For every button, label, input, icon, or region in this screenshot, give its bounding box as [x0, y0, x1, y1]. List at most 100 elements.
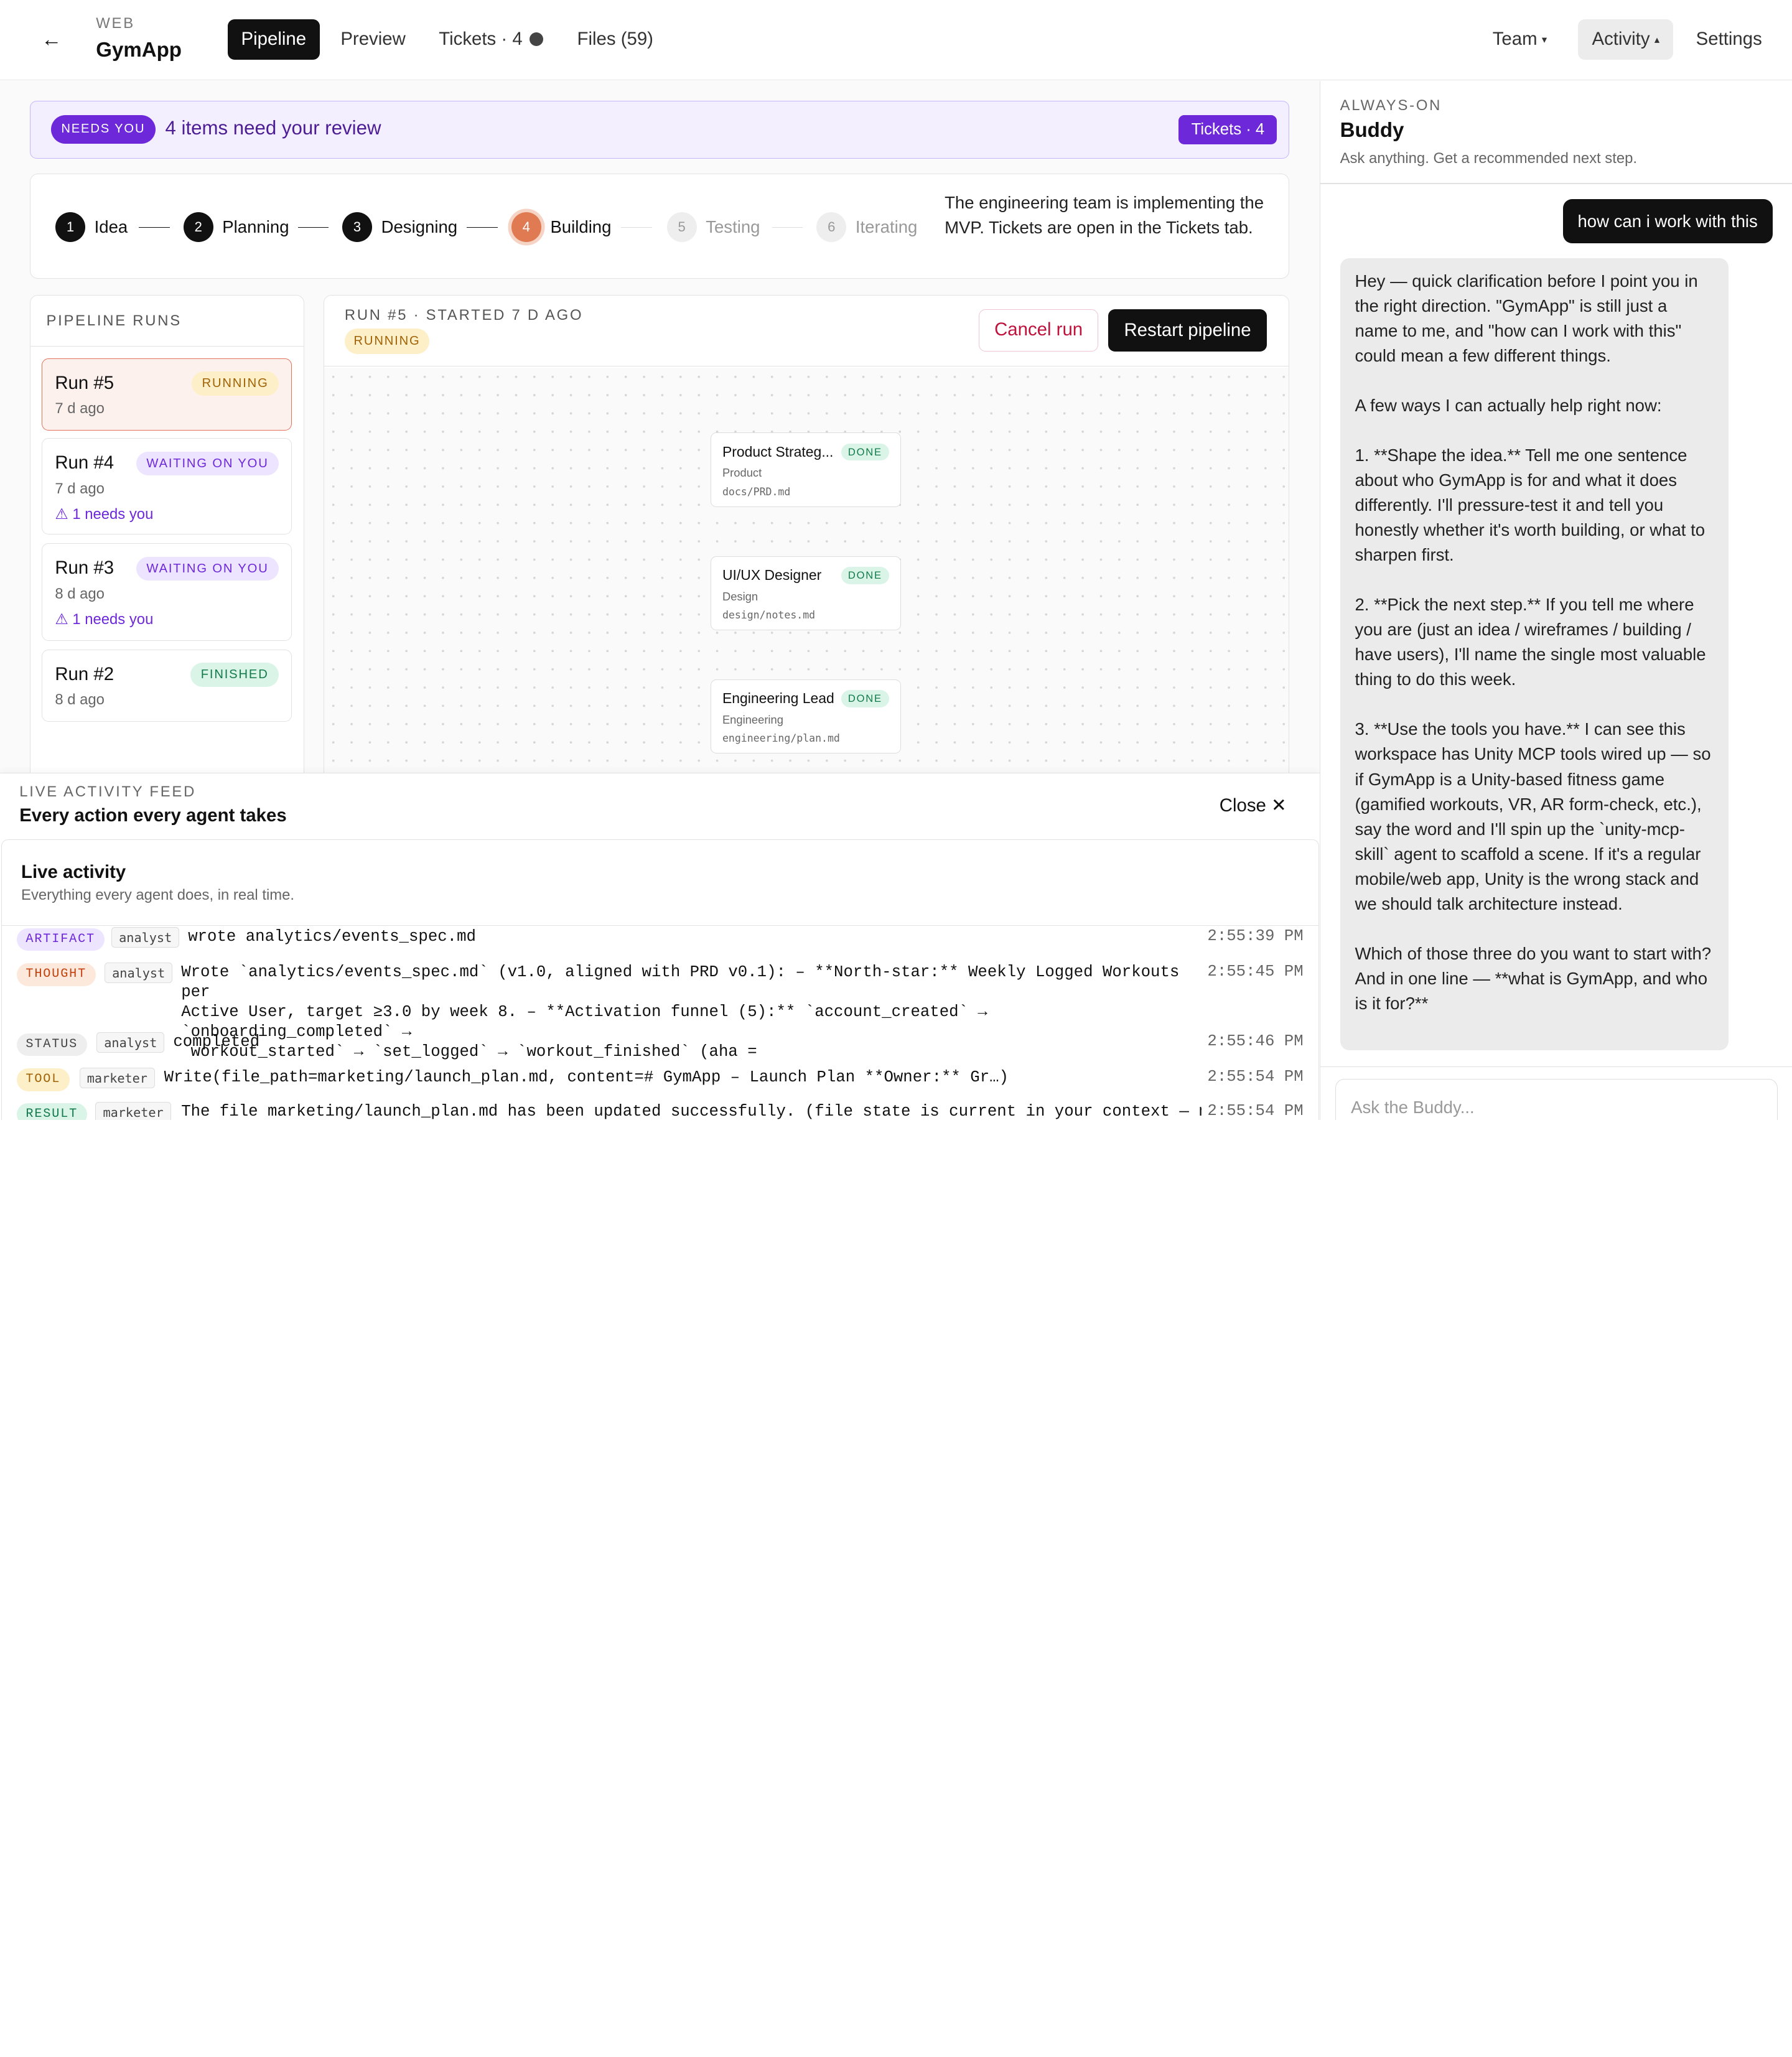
- user-message-bubble: how can i work with this: [1562, 198, 1773, 244]
- live-activity-feed: LIVE ACTIVITY FEED Every action every ag…: [0, 772, 1320, 1120]
- stage-connector: [139, 226, 170, 228]
- status-badge: DONE: [841, 690, 889, 708]
- stage-idea[interactable]: 1 Idea: [55, 212, 128, 242]
- status-badge: DONE: [841, 567, 889, 584]
- team-menu[interactable]: Team ▾: [1479, 19, 1561, 59]
- run-name: Run #3: [55, 557, 114, 579]
- settings-link[interactable]: Settings: [1682, 19, 1776, 59]
- run-card[interactable]: Run #5 RUNNING 7 d ago: [42, 358, 292, 431]
- stage-number: 3: [342, 212, 372, 242]
- event-type-badge: RESULT: [16, 1103, 87, 1120]
- feed-title: Every action every agent takes: [19, 805, 287, 826]
- tab-files[interactable]: Files (59): [563, 19, 666, 59]
- run-time: 7 d ago: [55, 399, 105, 417]
- buddy-sidebar: ALWAYS-ON Buddy Ask anything. Get a reco…: [1320, 81, 1792, 1120]
- agent-node[interactable]: Engineering Lead DONE Engineering engine…: [710, 679, 902, 754]
- close-label: Close: [1219, 795, 1266, 816]
- stage-number: 1: [55, 212, 85, 242]
- divider: [30, 345, 304, 347]
- run-name: Run #2: [55, 664, 114, 685]
- stage-label: Designing: [381, 217, 458, 236]
- tickets-button[interactable]: Tickets · 4: [1178, 114, 1277, 145]
- buddy-title: Buddy: [1340, 119, 1404, 142]
- node-title: Product Strateg...: [722, 443, 834, 460]
- chevron-down-icon: ▾: [1541, 33, 1547, 45]
- assistant-message-bubble: Hey — quick clarification before I point…: [1340, 258, 1729, 1050]
- app-platform-label: WEB: [96, 14, 135, 32]
- event-time: 2:55:54 PM: [1207, 1067, 1304, 1086]
- node-title: Engineering Lead: [722, 690, 834, 707]
- stage-iterating[interactable]: 6 Iterating: [816, 212, 917, 242]
- event-type-badge: ARTIFACT: [16, 928, 105, 951]
- event-text: The file marketing/launch_plan.md has be…: [181, 1102, 1202, 1120]
- live-activity-subtitle: Everything every agent does, in real tim…: [21, 887, 295, 904]
- tab-preview[interactable]: Preview: [327, 19, 419, 59]
- pipeline-canvas-panel: RUN #5 · STARTED 7 D AGO RUNNING Cancel …: [323, 294, 1289, 786]
- divider: [1320, 182, 1792, 184]
- live-activity-title: Live activity: [21, 862, 126, 882]
- buddy-kicker: ALWAYS-ON: [1340, 97, 1442, 114]
- status-badge: RUNNING: [192, 371, 279, 396]
- stage-number: 2: [183, 212, 213, 242]
- buddy-chat-input[interactable]: [1335, 1078, 1778, 1120]
- agent-chip: marketer: [79, 1067, 155, 1088]
- app-name: GymApp: [96, 39, 182, 62]
- tab-pipeline[interactable]: Pipeline: [227, 19, 320, 60]
- canvas-header: RUN #5 · STARTED 7 D AGO RUNNING Cancel …: [324, 295, 1289, 366]
- event-time: 2:55:39 PM: [1207, 926, 1304, 945]
- status-badge: RUNNING: [344, 329, 430, 354]
- activity-toggle-label: Activity: [1592, 29, 1650, 50]
- node-role: Engineering: [722, 713, 783, 727]
- stage-designing[interactable]: 3 Designing: [342, 212, 457, 242]
- agent-node[interactable]: UI/UX Designer DONE Design design/notes.…: [710, 556, 902, 630]
- cancel-run-button[interactable]: Cancel run: [979, 309, 1099, 352]
- live-activity-header: Live activity Everything every agent doe…: [1, 840, 1318, 926]
- event-type-badge: THOUGHT: [16, 963, 96, 987]
- status-badge: WAITING ON YOU: [136, 556, 279, 581]
- stage-label: Planning: [222, 217, 289, 236]
- event-time: 2:55:46 PM: [1207, 1032, 1304, 1050]
- status-badge: WAITING ON YOU: [136, 451, 279, 476]
- agent-node[interactable]: Product Strateg... DONE Product docs/PRD…: [710, 432, 902, 507]
- stage-testing[interactable]: 5 Testing: [666, 212, 760, 242]
- node-role: Design: [722, 589, 758, 603]
- event-type-badge: TOOL: [16, 1068, 70, 1092]
- close-icon: ✕: [1271, 795, 1287, 816]
- node-file: design/notes.md: [722, 609, 816, 622]
- event-time: 2:55:54 PM: [1207, 1101, 1304, 1120]
- stage-number: 5: [666, 212, 697, 242]
- pipeline-runs-panel: PIPELINE RUNS Run #5 RUNNING 7 d ago Run…: [29, 294, 304, 786]
- pipeline-graph-canvas[interactable]: Product Strateg... DONE Product docs/PRD…: [324, 367, 1289, 786]
- stage-connector: [467, 226, 498, 228]
- stage-number: 6: [816, 212, 847, 242]
- run-time: 8 d ago: [55, 585, 105, 602]
- top-bar: ← WEB GymApp Pipeline Preview Tickets · …: [0, 0, 1792, 80]
- tab-tickets[interactable]: Tickets · 4: [425, 19, 557, 59]
- stage-planning[interactable]: 2 Planning: [183, 212, 289, 242]
- agent-chip: analyst: [111, 926, 180, 948]
- needs-you-warning: ⚠ 1 needs you: [55, 505, 154, 523]
- back-arrow-icon[interactable]: ←: [41, 27, 66, 52]
- run-card[interactable]: Run #4 WAITING ON YOU 7 d ago ⚠ 1 needs …: [42, 438, 292, 534]
- buddy-subtitle: Ask anything. Get a recommended next ste…: [1340, 149, 1638, 167]
- restart-pipeline-button[interactable]: Restart pipeline: [1108, 309, 1267, 352]
- run-card[interactable]: Run #3 WAITING ON YOU 8 d ago ⚠ 1 needs …: [42, 543, 292, 641]
- feed-kicker: LIVE ACTIVITY FEED: [19, 783, 197, 801]
- node-file: docs/PRD.md: [722, 485, 791, 498]
- stage-description: The engineering team is implementing the…: [945, 192, 1264, 238]
- run-name: Run #4: [55, 452, 114, 473]
- pipeline-runs-title: PIPELINE RUNS: [46, 312, 182, 330]
- review-banner-text: 4 items need your review: [165, 117, 381, 139]
- stage-label: Idea: [94, 217, 128, 236]
- node-file: engineering/plan.md: [722, 732, 840, 745]
- stage-building[interactable]: 4 Building: [511, 212, 611, 242]
- activity-toggle[interactable]: Activity ▴: [1578, 19, 1674, 60]
- run-card[interactable]: Run #2 FINISHED 8 d ago: [42, 650, 292, 722]
- app-root: ← WEB GymApp Pipeline Preview Tickets · …: [0, 0, 1792, 1120]
- stage-progress: 1 Idea 2 Planning 3 Designing 4 Building 5 Te…: [29, 174, 1289, 279]
- close-feed-button[interactable]: Close ✕: [1220, 795, 1287, 816]
- review-banner: NEEDS YOU 4 items need your review Ticke…: [29, 100, 1289, 159]
- status-badge: FINISHED: [190, 663, 279, 687]
- tab-tickets-label: Tickets · 4: [439, 29, 523, 50]
- stage-label: Testing: [706, 217, 760, 236]
